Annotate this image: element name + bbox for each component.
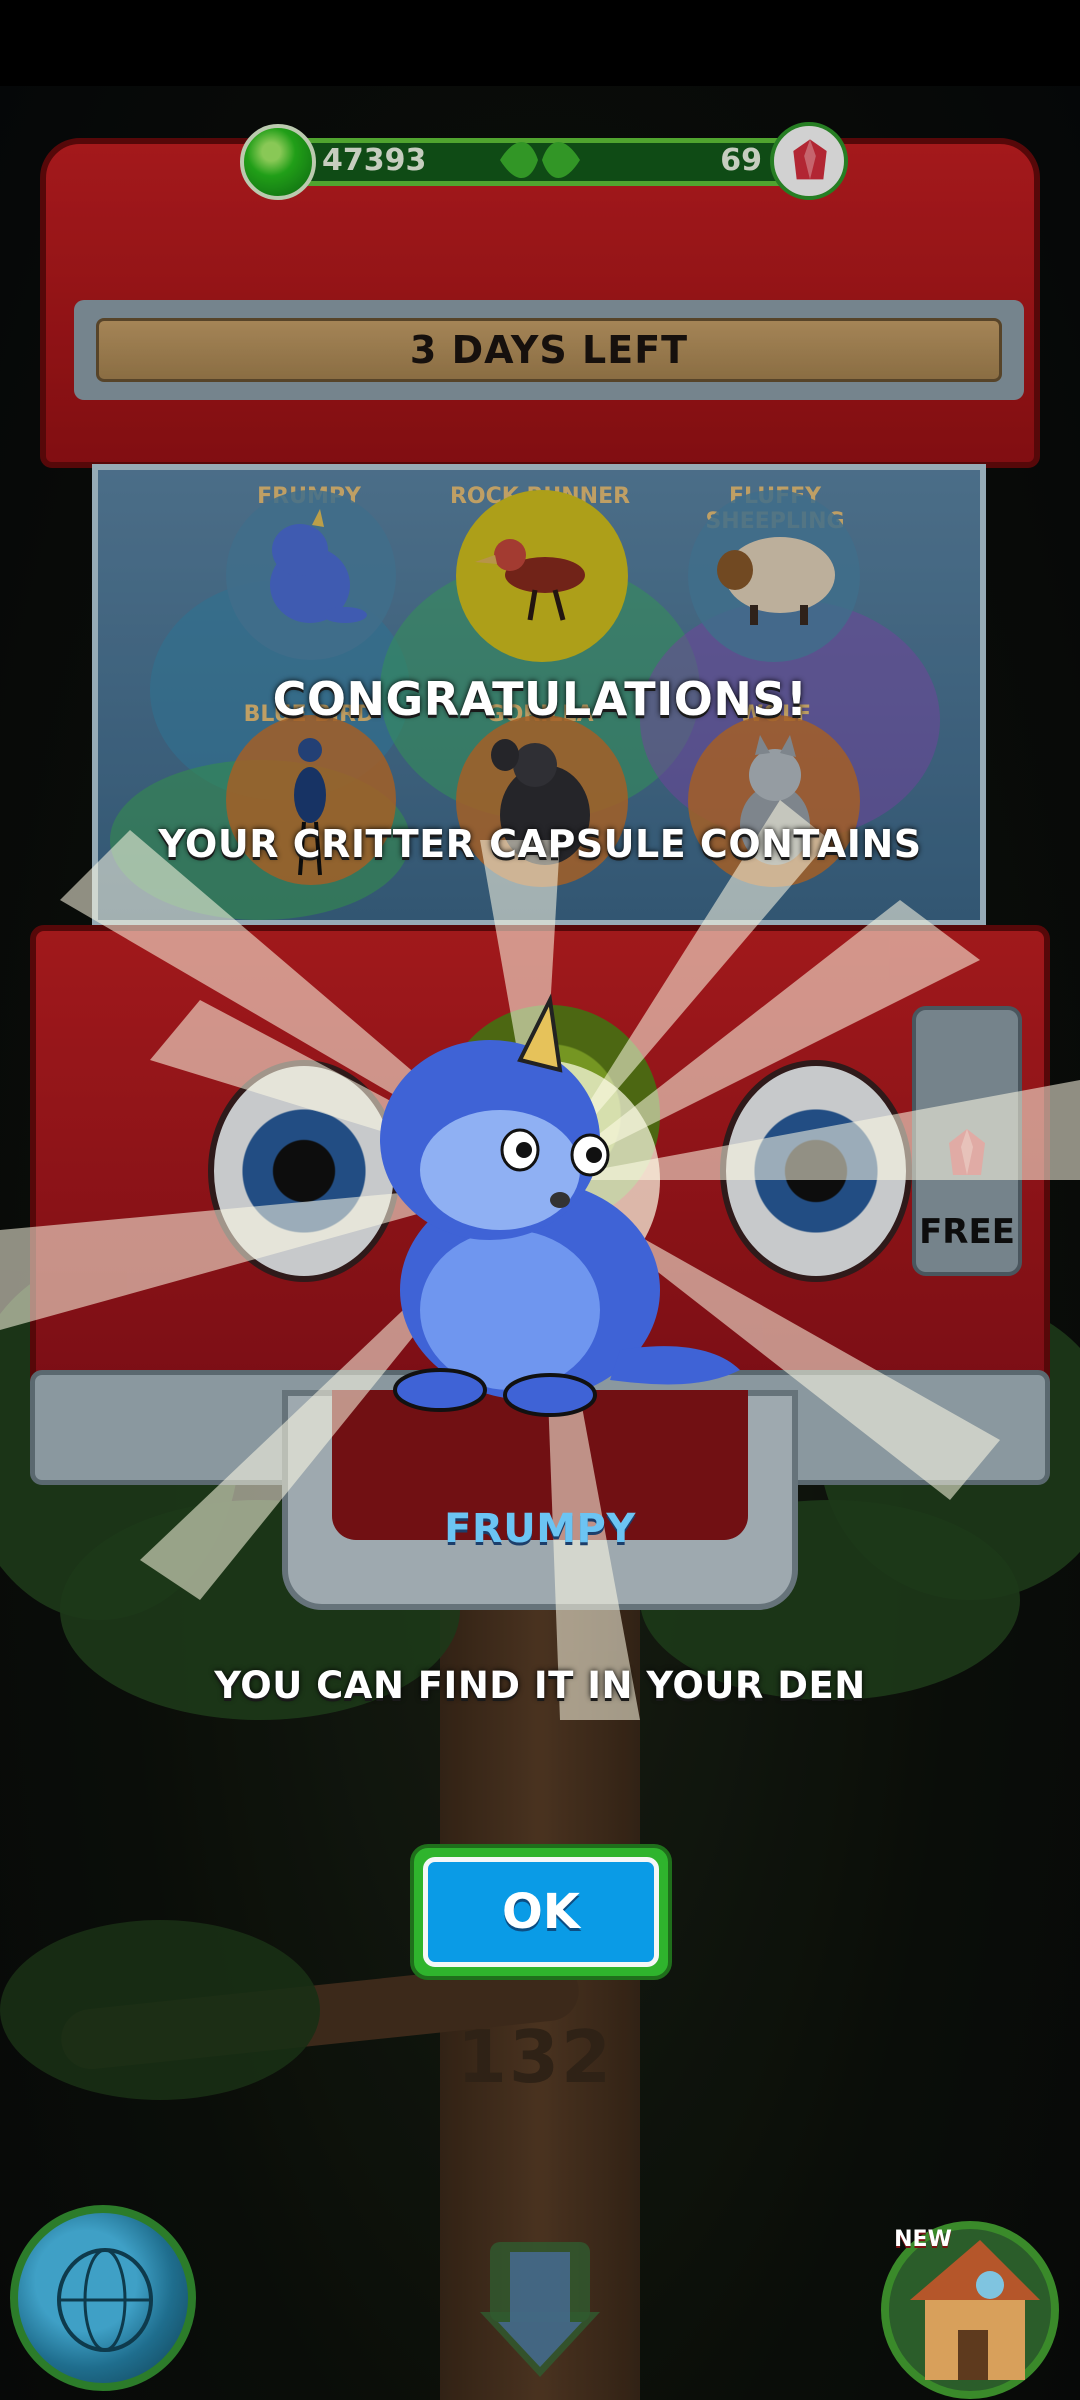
new-badge: NEW <box>894 2227 952 2252</box>
scroll-down-arrow-icon[interactable] <box>470 2232 610 2382</box>
frumpy-critter-image <box>380 993 740 1417</box>
capsule-contains-text: YOUR CRITTER CAPSULE CONTAINS <box>158 822 922 866</box>
congratulations-title: CONGRATULATIONS! <box>272 672 808 726</box>
ok-button-label[interactable]: OK <box>423 1857 659 1967</box>
critter-name: FRUMPY <box>444 1506 636 1552</box>
globe-icon <box>57 2248 153 2352</box>
find-in-den-text: YOU CAN FIND IT IN YOUR DEN <box>214 1664 866 1707</box>
